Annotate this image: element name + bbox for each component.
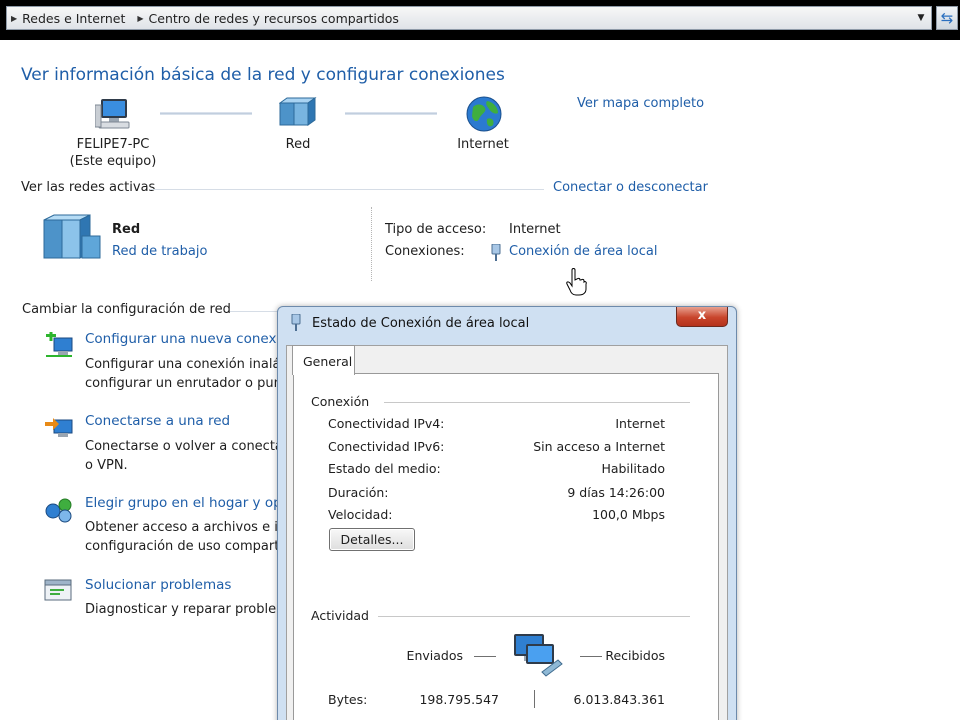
bytes-sent-value: 198.795.547 <box>419 692 499 707</box>
task-troubleshoot-desc: Diagnosticar y reparar problema <box>85 600 297 619</box>
change-settings-title: Cambiar la configuración de red <box>22 302 231 317</box>
task-homegroup-desc: Obtener acceso a archivos e im configura… <box>85 518 291 556</box>
network-name: Red <box>112 222 141 237</box>
network-link-line <box>160 112 252 115</box>
node-internet-label: Internet <box>457 137 509 152</box>
duration-label: Duración: <box>328 485 389 500</box>
local-area-connection-link[interactable]: Conexión de área local <box>509 244 657 259</box>
ipv6-label: Conectividad IPv6: <box>328 439 445 454</box>
chevron-down-icon[interactable]: ▼ <box>913 10 929 26</box>
speed-value: 100,0 Mbps <box>592 507 665 522</box>
bytes-label: Bytes: <box>328 692 368 707</box>
task-new-connection-desc: Configurar una conexión inalán configura… <box>85 355 289 393</box>
bytes-divider <box>534 690 535 708</box>
ipv6-value: Sin acceso a Internet <box>533 439 665 454</box>
new-connection-icon <box>46 332 73 357</box>
connect-network-icon <box>45 418 73 437</box>
connect-disconnect-link[interactable]: Conectar o desconectar <box>553 180 708 195</box>
ethernet-icon <box>491 244 501 261</box>
computer-icon <box>95 99 130 129</box>
refresh-icon: ⇆ <box>940 9 954 27</box>
breadcrumb-centro-redes[interactable]: Centro de redes y recursos compartidos <box>149 11 399 26</box>
section-divider <box>230 311 277 312</box>
task-desc-line: Configurar una conexión inalán <box>85 357 289 372</box>
ethernet-icon <box>291 314 301 331</box>
access-type-label: Tipo de acceso: <box>385 222 487 237</box>
network-link-line <box>345 112 437 115</box>
task-desc-line: configurar un enrutador o punt <box>85 376 287 391</box>
network-icon <box>279 97 317 126</box>
sent-line <box>474 656 496 657</box>
page-title: Ver información básica de la red y confi… <box>21 65 505 85</box>
active-networks-title: Ver las redes activas <box>21 180 156 195</box>
breadcrumb-arrow-icon[interactable]: ▶ <box>137 14 143 23</box>
task-desc-line: o VPN. <box>85 458 128 473</box>
connections-label: Conexiones: <box>385 244 465 259</box>
homegroup-icon <box>45 498 72 523</box>
media-state-value: Habilitado <box>601 461 665 476</box>
node-computer-sub: (Este equipo) <box>69 154 157 169</box>
task-new-connection-link[interactable]: Configurar una nueva conexión <box>85 331 297 347</box>
connection-status-dialog: Estado de Conexión de área local x Gener… <box>277 306 737 720</box>
activity-group-label: Actividad <box>311 608 369 623</box>
task-desc-line: Diagnosticar y reparar problema <box>85 602 297 617</box>
speed-label: Velocidad: <box>328 507 393 522</box>
tab-general[interactable]: General <box>292 345 355 375</box>
address-box[interactable]: ▶ Redes e Internet ▶ Centro de redes y r… <box>6 6 932 30</box>
ipv4-label: Conectividad IPv4: <box>328 416 445 431</box>
work-network-icon <box>43 214 101 259</box>
close-icon: x <box>697 308 707 323</box>
node-network-label: Red <box>285 137 311 152</box>
breadcrumb-redes-internet[interactable]: Redes e Internet <box>22 11 125 26</box>
node-computer-name: FELIPE7-PC <box>76 137 150 152</box>
bytes-received-value: 6.013.843.361 <box>573 692 665 707</box>
network-activity-icon <box>514 634 563 677</box>
ipv4-value: Internet <box>615 416 665 431</box>
group-divider <box>384 402 690 403</box>
address-bar: ▶ Redes e Internet ▶ Centro de redes y r… <box>0 0 960 40</box>
task-desc-line: configuración de uso comparti <box>85 539 283 554</box>
task-connect-network-link[interactable]: Conectarse a una red <box>85 413 230 429</box>
group-divider <box>378 616 690 617</box>
duration-value: 9 días 14:26:00 <box>567 485 665 500</box>
vertical-divider <box>371 207 372 281</box>
details-button[interactable]: Detalles... <box>329 528 415 551</box>
general-panel: Conexión Conectividad IPv4: Internet Con… <box>293 373 719 720</box>
task-troubleshoot-link[interactable]: Solucionar problemas <box>85 577 231 593</box>
network-type-link[interactable]: Red de trabajo <box>112 244 207 259</box>
sent-label: Enviados <box>406 648 463 663</box>
section-divider <box>150 189 544 190</box>
task-connect-network-desc: Conectarse o volver a conectars o VPN. <box>85 437 295 475</box>
full-map-link[interactable]: Ver mapa completo <box>577 96 704 111</box>
troubleshoot-icon <box>44 579 72 601</box>
received-label: Recibidos <box>605 648 665 663</box>
task-desc-line: Obtener acceso a archivos e im <box>85 520 291 535</box>
dialog-title: Estado de Conexión de área local <box>312 316 530 331</box>
globe-icon <box>466 96 502 132</box>
task-homegroup-link[interactable]: Elegir grupo en el hogar y opcio <box>85 495 301 511</box>
hand-cursor-icon <box>566 268 587 296</box>
node-computer-label: FELIPE7-PC (Este equipo) <box>53 137 173 169</box>
task-desc-line: Conectarse o volver a conectars <box>85 439 296 454</box>
breadcrumb-arrow-icon[interactable]: ▶ <box>11 14 17 23</box>
close-button[interactable]: x <box>676 307 728 327</box>
refresh-button[interactable]: ⇆ <box>936 6 958 30</box>
connection-group-label: Conexión <box>311 394 370 409</box>
access-type-value: Internet <box>509 222 561 237</box>
media-state-label: Estado del medio: <box>328 461 441 476</box>
received-line <box>580 656 602 657</box>
